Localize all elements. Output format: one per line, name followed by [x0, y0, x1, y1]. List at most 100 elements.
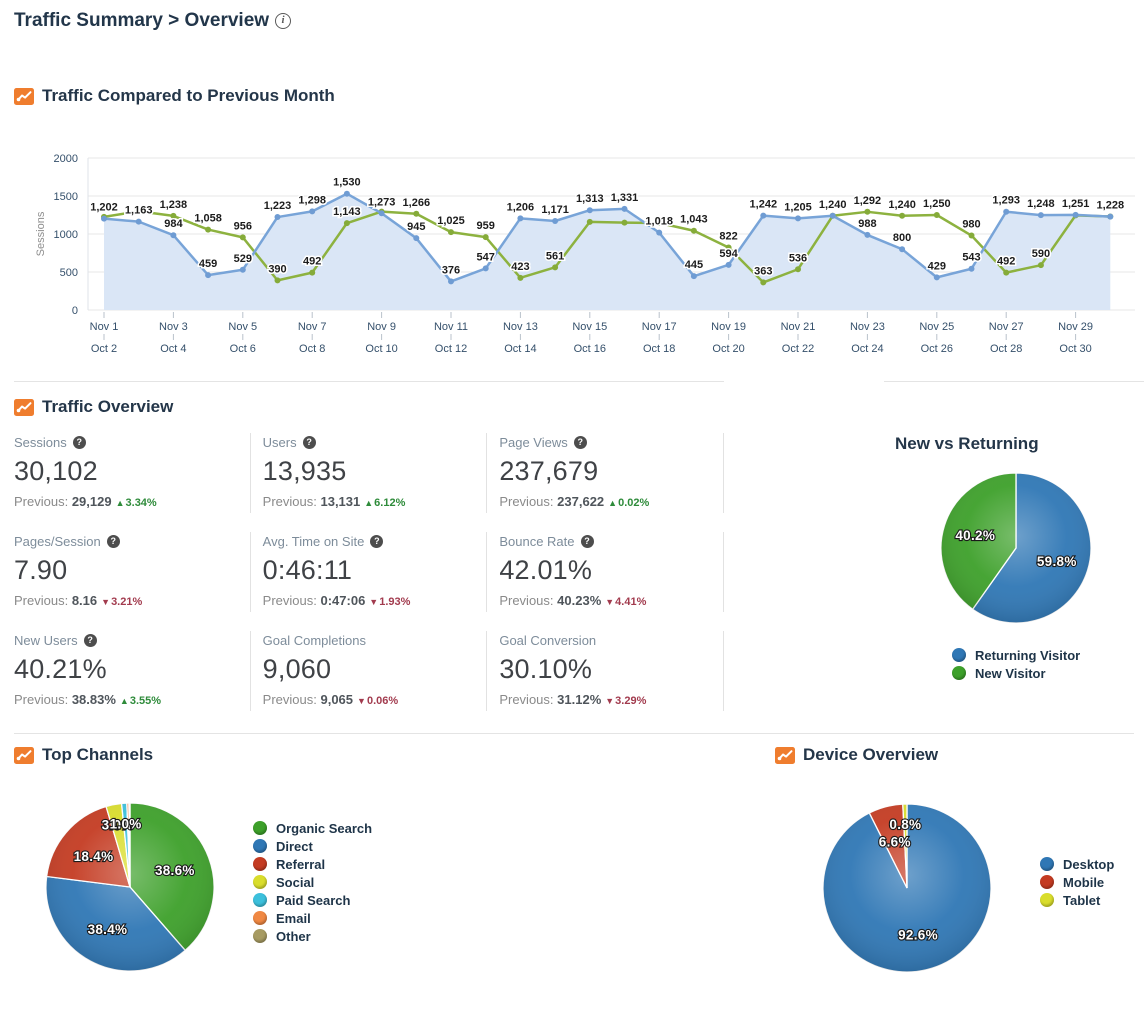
data-point[interactable]: [170, 232, 176, 238]
data-point[interactable]: [864, 209, 870, 215]
data-point[interactable]: [309, 208, 315, 214]
data-point[interactable]: [483, 265, 489, 271]
x-tick-label: Oct 24: [851, 343, 883, 355]
divider: [884, 381, 1144, 382]
data-point[interactable]: [240, 234, 246, 240]
trend-arrow-icon: ▲: [608, 498, 617, 508]
data-point[interactable]: [934, 212, 940, 218]
data-point[interactable]: [101, 216, 107, 222]
legend-dot-icon: [253, 821, 267, 835]
data-point[interactable]: [691, 228, 697, 234]
data-point[interactable]: [934, 274, 940, 280]
data-label: 536: [789, 252, 807, 264]
data-point[interactable]: [205, 272, 211, 278]
top-channels-pie[interactable]: 38.6%38.4%18.4%3.0%1.0%: [40, 797, 220, 977]
help-icon[interactable]: ?: [370, 535, 383, 548]
section-header-device-overview: Device Overview: [775, 745, 938, 765]
data-label: 594: [719, 248, 738, 260]
data-point[interactable]: [309, 270, 315, 276]
data-label: 980: [962, 219, 980, 231]
metric-value: 237,679: [499, 456, 713, 487]
data-point[interactable]: [587, 207, 593, 213]
legend-label: Email: [276, 911, 311, 926]
data-point[interactable]: [205, 227, 211, 233]
x-tick-label: Oct 16: [574, 343, 606, 355]
data-point[interactable]: [726, 262, 732, 268]
data-label: 547: [477, 251, 495, 263]
new-vs-returning-pie[interactable]: 59.8%40.2%: [930, 463, 1102, 635]
data-point[interactable]: [275, 277, 281, 283]
data-point[interactable]: [413, 211, 419, 217]
section-title: Device Overview: [803, 745, 938, 765]
data-point[interactable]: [622, 206, 628, 212]
x-tick-label: Nov 23: [850, 321, 885, 333]
device-overview-pie[interactable]: 92.6%6.6%0.8%: [817, 798, 997, 978]
data-point[interactable]: [864, 232, 870, 238]
change-badge: ▼3.21%: [101, 596, 142, 608]
help-icon[interactable]: ?: [73, 436, 86, 449]
data-point[interactable]: [969, 266, 975, 272]
pie-label: 92.6%: [898, 928, 938, 943]
analytics-icon: [14, 747, 34, 764]
x-tick-label: Nov 7: [298, 321, 327, 333]
data-point[interactable]: [795, 215, 801, 221]
data-label: 492: [303, 256, 321, 268]
y-axis-title: Sessions: [35, 211, 47, 256]
data-point[interactable]: [448, 278, 454, 284]
data-point[interactable]: [587, 219, 593, 225]
data-point[interactable]: [1003, 209, 1009, 215]
data-point[interactable]: [795, 266, 801, 272]
info-icon[interactable]: i: [275, 13, 291, 29]
data-point[interactable]: [344, 191, 350, 197]
change-badge: ▼0.06%: [357, 695, 398, 707]
help-icon[interactable]: ?: [574, 436, 587, 449]
data-point[interactable]: [969, 233, 975, 239]
change-badge: ▲6.12%: [364, 497, 405, 509]
help-icon[interactable]: ?: [84, 634, 97, 647]
data-point[interactable]: [656, 230, 662, 236]
data-point[interactable]: [1038, 212, 1044, 218]
data-point[interactable]: [344, 220, 350, 226]
metric-value: 30,102: [14, 456, 240, 487]
data-point[interactable]: [517, 275, 523, 281]
legend-dot-icon: [253, 893, 267, 907]
data-point[interactable]: [691, 273, 697, 279]
data-point[interactable]: [899, 246, 905, 252]
help-icon[interactable]: ?: [581, 535, 594, 548]
x-tick-label: Nov 1: [90, 321, 119, 333]
data-label: 1,171: [541, 204, 569, 216]
data-label: 959: [477, 220, 495, 232]
data-point[interactable]: [448, 229, 454, 235]
help-icon[interactable]: ?: [303, 436, 316, 449]
metrics-grid: Sessions? 30,102 Previous: 29,129▲3.34% …: [14, 433, 724, 711]
analytics-icon: [775, 747, 795, 764]
data-point[interactable]: [483, 234, 489, 240]
data-point[interactable]: [379, 210, 385, 216]
data-point[interactable]: [622, 220, 628, 226]
data-point[interactable]: [517, 215, 523, 221]
data-point[interactable]: [899, 213, 905, 219]
section-header-traffic-compared: Traffic Compared to Previous Month: [14, 86, 335, 106]
help-icon[interactable]: ?: [107, 535, 120, 548]
new-vs-returning-title: New vs Returning: [895, 434, 1039, 454]
data-point[interactable]: [760, 279, 766, 285]
data-point[interactable]: [1003, 270, 1009, 276]
data-point[interactable]: [552, 264, 558, 270]
data-point[interactable]: [760, 213, 766, 219]
legend-dot-icon: [253, 857, 267, 871]
data-label: 1,331: [611, 192, 639, 204]
data-point[interactable]: [552, 218, 558, 224]
data-point[interactable]: [413, 235, 419, 241]
data-point[interactable]: [1107, 214, 1113, 220]
top-channels-legend: Organic SearchDirectReferralSocialPaid S…: [253, 821, 372, 943]
data-point[interactable]: [1073, 212, 1079, 218]
data-point[interactable]: [240, 267, 246, 273]
metric-value: 42.01%: [499, 555, 713, 586]
data-point[interactable]: [136, 219, 142, 225]
y-tick-label: 0: [72, 305, 78, 317]
data-point[interactable]: [275, 214, 281, 220]
traffic-trend-chart[interactable]: 0500100015002000SessionsNov 1Nov 3Nov 5N…: [0, 150, 1144, 360]
data-label: 445: [685, 259, 703, 271]
data-point[interactable]: [1038, 262, 1044, 268]
data-point[interactable]: [830, 213, 836, 219]
